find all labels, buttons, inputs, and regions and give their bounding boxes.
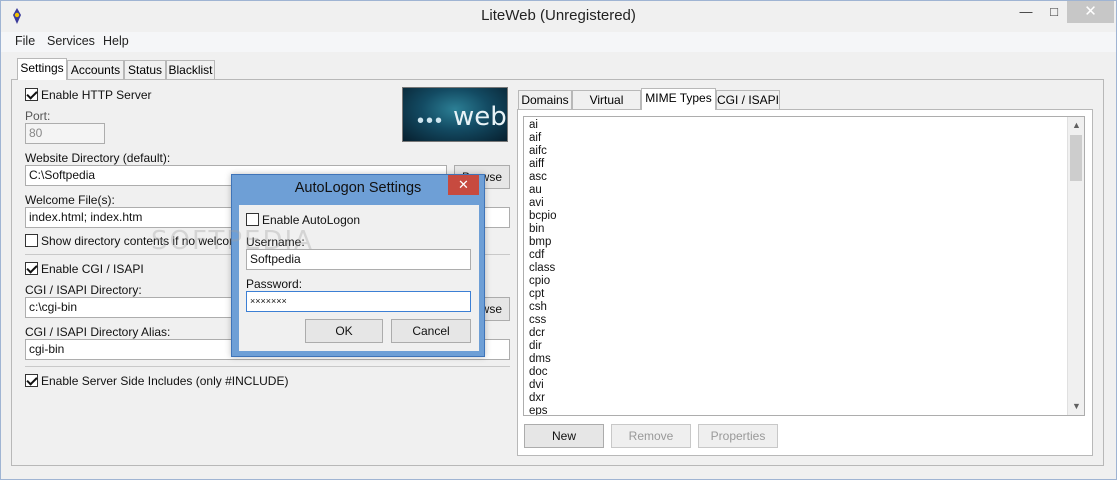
enable-autologon-checkbox[interactable] [246, 213, 259, 226]
close-button[interactable]: ✕ [1067, 1, 1114, 23]
enable-autologon-label: Enable AutoLogon [262, 213, 361, 227]
cgi-alias-label: CGI / ISAPI Directory Alias: [25, 325, 171, 339]
list-item[interactable]: csh [529, 301, 1084, 314]
list-item[interactable]: css [529, 314, 1084, 327]
tab-virtual-paths[interactable]: Virtual Paths [572, 90, 641, 125]
list-item[interactable]: dxr [529, 392, 1084, 405]
new-mime-button[interactable]: New [524, 424, 604, 448]
tab-mime-types[interactable]: MIME Types [641, 88, 716, 110]
list-item[interactable]: cdf [529, 249, 1084, 262]
properties-mime-button[interactable]: Properties [698, 424, 778, 448]
welcome-files-label: Welcome File(s): [25, 193, 115, 207]
scroll-up-icon[interactable]: ▲ [1068, 117, 1084, 134]
list-item[interactable]: eps [529, 405, 1084, 415]
logo-text: web [453, 102, 507, 132]
list-item[interactable]: cpio [529, 275, 1084, 288]
list-item[interactable]: bcpio [529, 210, 1084, 223]
watermark: SOFTPEDIA [151, 226, 314, 256]
cancel-button[interactable]: Cancel [391, 319, 471, 343]
tab-domains[interactable]: Domains [518, 90, 572, 110]
list-item[interactable]: class [529, 262, 1084, 275]
password-field[interactable]: ××××××× [246, 291, 471, 312]
list-item[interactable]: dms [529, 353, 1084, 366]
title-bar: LiteWeb (Unregistered) — □ ✕ [1, 1, 1116, 32]
tab-cgi-isapi[interactable]: CGI / ISAPI [716, 90, 780, 110]
enable-http-label: Enable HTTP Server [41, 88, 152, 102]
ssi-label: Enable Server Side Includes (only #INCLU… [41, 374, 289, 388]
tab-accounts[interactable]: Accounts [67, 60, 124, 80]
list-item[interactable]: ai [529, 119, 1084, 132]
port-label: Port: [25, 109, 51, 123]
website-dir-label: Website Directory (default): [25, 151, 171, 165]
port-field[interactable]: 80 [25, 123, 105, 144]
enable-http-checkbox[interactable] [25, 88, 38, 101]
maximize-button[interactable]: □ [1041, 1, 1067, 23]
scroll-thumb[interactable] [1070, 135, 1082, 181]
ssi-checkbox[interactable] [25, 374, 38, 387]
dialog-title: AutoLogon Settings [294, 180, 422, 196]
menu-file[interactable]: File [15, 34, 35, 48]
list-item[interactable]: dcr [529, 327, 1084, 340]
tab-settings[interactable]: Settings [17, 58, 67, 80]
list-item[interactable]: dir [529, 340, 1084, 353]
enable-cgi-checkbox[interactable] [25, 262, 38, 275]
cgi-dir-label: CGI / ISAPI Directory: [25, 283, 142, 297]
autologon-dialog: AutoLogon Settings ✕ Enable AutoLogon Us… [231, 174, 485, 357]
list-item[interactable]: aif [529, 132, 1084, 145]
menu-help[interactable]: Help [103, 34, 129, 48]
menu-services[interactable]: Services [47, 34, 95, 48]
mime-items: ai aif aifc aiff asc au avi bcpio bin bmp cdf class… [524, 117, 1084, 415]
liteweb-logo: ••• web [402, 87, 508, 142]
list-scrollbar[interactable]: ▲ ▼ [1067, 117, 1084, 415]
list-item[interactable]: bin [529, 223, 1084, 236]
show-dir-checkbox[interactable] [25, 234, 38, 247]
separator [25, 366, 510, 367]
tab-blacklist[interactable]: Blacklist [166, 60, 215, 80]
list-item[interactable]: au [529, 184, 1084, 197]
list-item[interactable]: dvi [529, 379, 1084, 392]
tab-status[interactable]: Status [124, 60, 166, 80]
list-item[interactable]: doc [529, 366, 1084, 379]
list-item[interactable]: aiff [529, 158, 1084, 171]
dialog-close-button[interactable]: ✕ [448, 175, 479, 195]
ok-button[interactable]: OK [305, 319, 383, 343]
mime-types-list[interactable]: ai aif aifc aiff asc au avi bcpio bin bmp cdf class… [523, 116, 1085, 416]
enable-cgi-label: Enable CGI / ISAPI [41, 262, 144, 276]
main-window: LiteWeb (Unregistered) — □ ✕ File Servic… [0, 0, 1117, 480]
list-item[interactable]: aifc [529, 145, 1084, 158]
list-item[interactable]: bmp [529, 236, 1084, 249]
list-item[interactable]: avi [529, 197, 1084, 210]
password-label: Password: [246, 277, 303, 291]
remove-mime-button[interactable]: Remove [611, 424, 691, 448]
menu-bar: File Services Help [1, 32, 1116, 52]
minimize-button[interactable]: — [1013, 1, 1039, 23]
list-item[interactable]: cpt [529, 288, 1084, 301]
window-title: LiteWeb (Unregistered) [481, 7, 636, 24]
list-item[interactable]: asc [529, 171, 1084, 184]
scroll-down-icon[interactable]: ▼ [1068, 398, 1084, 415]
